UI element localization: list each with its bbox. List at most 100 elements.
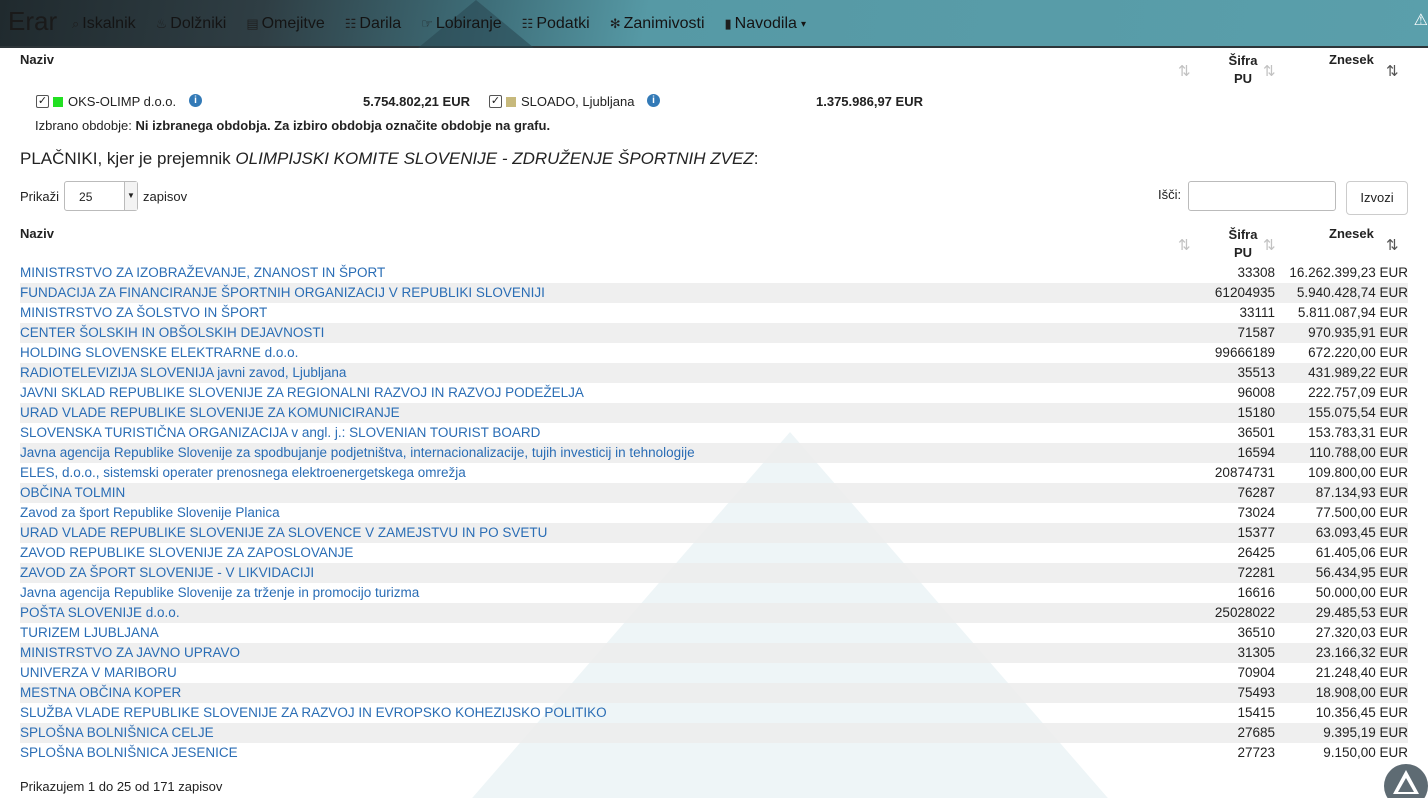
nav-item-navodila[interactable]: ▮ Navodila ▾ (725, 15, 806, 33)
payer-amount: 9.150,00 EUR (1323, 745, 1408, 760)
col-header-sifra[interactable]: Šifra PU (1223, 52, 1263, 88)
navbar: Erar ⌕ Iskalnik ♨ Dolžniki ▤ Omejitve ☷ Darila ☞… (0, 0, 1428, 48)
payer-code: 27685 (1237, 725, 1275, 740)
table-row: MESTNA OBČINA KOPER 75493 18.908,00 EUR (20, 683, 1408, 703)
payer-code: 96008 (1237, 385, 1275, 400)
info-icon[interactable]: i (189, 94, 202, 107)
payer-link[interactable]: SPLOŠNA BOLNIŠNICA CELJE (20, 723, 214, 743)
payer-link[interactable]: SLUŽBA VLADE REPUBLIKE SLOVENIJE ZA RAZV… (20, 703, 607, 723)
warning-icon[interactable]: ⚠ (1414, 10, 1428, 30)
payer-link[interactable]: MINISTRSTVO ZA ŠOLSTVO IN ŠPORT (20, 303, 267, 323)
nav-item-lobiranje[interactable]: ☞ Lobiranje (421, 15, 501, 33)
table-row: FUNDACIJA ZA FINANCIRANJE ŠPORTNIH ORGAN… (20, 283, 1408, 303)
sort-desc-icon[interactable]: ⇅ (1386, 236, 1399, 254)
col-header-naziv[interactable]: Naziv (20, 226, 54, 241)
entity-label: OKS-OLIMP d.o.o. (68, 94, 177, 109)
payer-link[interactable]: MESTNA OBČINA KOPER (20, 683, 181, 703)
payer-link[interactable]: POŠTA SLOVENIJE d.o.o. (20, 603, 180, 623)
sort-icon[interactable]: ⇅ (1263, 236, 1276, 254)
section-title-prefix: PLAČNIKI, kjer je prejemnik (20, 149, 231, 168)
payer-code: 73024 (1237, 505, 1275, 520)
col-header-sifra-line2: PU (1233, 245, 1253, 260)
payer-link[interactable]: URAD VLADE REPUBLIKE SLOVENIJE ZA KOMUNI… (20, 403, 400, 423)
payer-link[interactable]: CENTER ŠOLSKIH IN OBŠOLSKIH DEJAVNOSTI (20, 323, 324, 343)
info-icon[interactable]: i (647, 94, 660, 107)
payer-amount: 56.434,95 EUR (1315, 565, 1408, 580)
page-size-select[interactable]: 25 ▼ (64, 181, 139, 211)
payer-amount: 109.800,00 EUR (1308, 465, 1408, 480)
col-header-znesek[interactable]: Znesek (1329, 52, 1374, 67)
nav-item-zanimivosti[interactable]: ✻ Zanimivosti (610, 15, 705, 33)
payer-code: 76287 (1237, 485, 1275, 500)
payer-link[interactable]: UNIVERZA V MARIBORU (20, 663, 177, 683)
payer-link[interactable]: SLOVENSKA TURISTIČNA ORGANIZACIJA v angl… (20, 423, 540, 443)
col-header-naziv[interactable]: Naziv (20, 52, 54, 67)
payer-code: 70904 (1237, 665, 1275, 680)
export-button[interactable]: Izvozi (1346, 181, 1408, 215)
entity-amount: 5.754.802,21 EUR (363, 94, 470, 109)
payer-link[interactable]: ZAVOD REPUBLIKE SLOVENIJE ZA ZAPOSLOVANJ… (20, 543, 353, 563)
arrow-up-icon-inner (1398, 778, 1414, 792)
entity-label: SLOADO, Ljubljana (521, 94, 635, 109)
payer-link[interactable]: MINISTRSTVO ZA IZOBRAŽEVANJE, ZNANOST IN… (20, 263, 385, 283)
payer-link[interactable]: FUNDACIJA ZA FINANCIRANJE ŠPORTNIH ORGAN… (20, 283, 545, 303)
payer-link[interactable]: SPLOŠNA BOLNIŠNICA JESENICE (20, 743, 238, 763)
payers-table-header: Naziv ⇅ Šifra PU ⇅ Znesek ⇅ (20, 222, 1408, 264)
table-row: Javna agencija Republike Slovenije za sp… (20, 443, 1408, 463)
nav-item-dolžniki[interactable]: ♨ Dolžniki (156, 15, 227, 33)
payer-link[interactable]: MINISTRSTVO ZA JAVNO UPRAVO (20, 643, 240, 663)
section-title: PLAČNIKI, kjer je prejemnik OLIMPIJSKI K… (20, 149, 758, 169)
nav-item-darila[interactable]: ☷ Darila (345, 15, 401, 33)
col-header-sifra-line1: Šifra (1228, 227, 1258, 242)
nav-item-podatki[interactable]: ☷ Podatki (522, 15, 590, 33)
table-row: Javna agencija Republike Slovenije za tr… (20, 583, 1408, 603)
asterisk-icon: ✻ (609, 16, 621, 31)
grid-icon: ☷ (521, 16, 534, 31)
nav-item-omejitve[interactable]: ▤ Omejitve (246, 15, 324, 33)
sort-desc-icon[interactable]: ⇅ (1386, 62, 1399, 80)
checkbox-sloado[interactable]: ✓ (489, 95, 502, 108)
table-row: SLOVENSKA TURISTIČNA ORGANIZACIJA v angl… (20, 423, 1408, 443)
payer-amount: 23.166,32 EUR (1315, 645, 1408, 660)
table-info: Prikazujem 1 do 25 od 171 zapisov (20, 779, 223, 794)
checkbox-oks-olimp[interactable]: ✓ (36, 95, 49, 108)
sort-icon[interactable]: ⇅ (1178, 236, 1191, 254)
payer-code: 36510 (1237, 625, 1275, 640)
payer-code: 33111 (1239, 305, 1275, 320)
payer-link[interactable]: RADIOTELEVIZIJA SLOVENIJA javni zavod, L… (20, 363, 346, 383)
sort-icon[interactable]: ⇅ (1178, 62, 1191, 80)
payer-code: 36501 (1237, 425, 1275, 440)
nav-item-label: Lobiranje (435, 15, 502, 32)
payer-link[interactable]: TURIZEM LJUBLJANA (20, 623, 159, 643)
payer-amount: 153.783,31 EUR (1308, 425, 1408, 440)
section-title-recipient: OLIMPIJSKI KOMITE SLOVENIJE - ZDRUŽENJE … (235, 149, 754, 168)
payer-link[interactable]: HOLDING SLOVENSKE ELEKTRARNE d.o.o. (20, 343, 298, 363)
payer-link[interactable]: ZAVOD ZA ŠPORT SLOVENIJE - V LIKVIDACIJI (20, 563, 314, 583)
payer-amount: 431.989,22 EUR (1308, 365, 1408, 380)
table-row: JAVNI SKLAD REPUBLIKE SLOVENIJE ZA REGIO… (20, 383, 1408, 403)
search-input[interactable] (1188, 181, 1336, 211)
scroll-to-top-button[interactable] (1384, 764, 1428, 798)
fire-icon: ♨ (155, 16, 168, 31)
payer-link[interactable]: ELES, d.o.o., sistemski operater prenosn… (20, 463, 466, 483)
period-label: Izbrano obdobje: (35, 118, 132, 133)
payer-link[interactable]: URAD VLADE REPUBLIKE SLOVENIJE ZA SLOVEN… (20, 523, 547, 543)
table-row: ZAVOD REPUBLIKE SLOVENIJE ZA ZAPOSLOVANJ… (20, 543, 1408, 563)
payer-link[interactable]: Javna agencija Republike Slovenije za sp… (20, 443, 695, 463)
payer-link[interactable]: OBČINA TOLMIN (20, 483, 125, 503)
table-row: Zavod za šport Republike Slovenije Plani… (20, 503, 1408, 523)
col-header-sifra[interactable]: Šifra PU (1223, 226, 1263, 262)
brand-logo[interactable]: Erar (8, 6, 57, 37)
payer-code: 25028022 (1214, 605, 1275, 620)
nav-item-label: Dolžniki (170, 15, 227, 32)
nav-item-iskalnik[interactable]: ⌕ Iskalnik (72, 15, 136, 33)
payer-link[interactable]: Zavod za šport Republike Slovenije Plani… (20, 503, 280, 523)
sort-icon[interactable]: ⇅ (1263, 62, 1276, 80)
payer-link[interactable]: Javna agencija Republike Slovenije za tr… (20, 583, 419, 603)
payer-link[interactable]: JAVNI SKLAD REPUBLIKE SLOVENIJE ZA REGIO… (20, 383, 584, 403)
table-row: HOLDING SLOVENSKE ELEKTRARNE d.o.o. 99666… (20, 343, 1408, 363)
payer-code: 20874731 (1214, 465, 1275, 480)
nav-menu: ⌕ Iskalnik ♨ Dolžniki ▤ Omejitve ☷ Darila ☞ Lobir… (72, 0, 826, 48)
col-header-znesek[interactable]: Znesek (1329, 226, 1374, 241)
table-row: MINISTRSTVO ZA JAVNO UPRAVO 31305 23.166,3… (20, 643, 1408, 663)
